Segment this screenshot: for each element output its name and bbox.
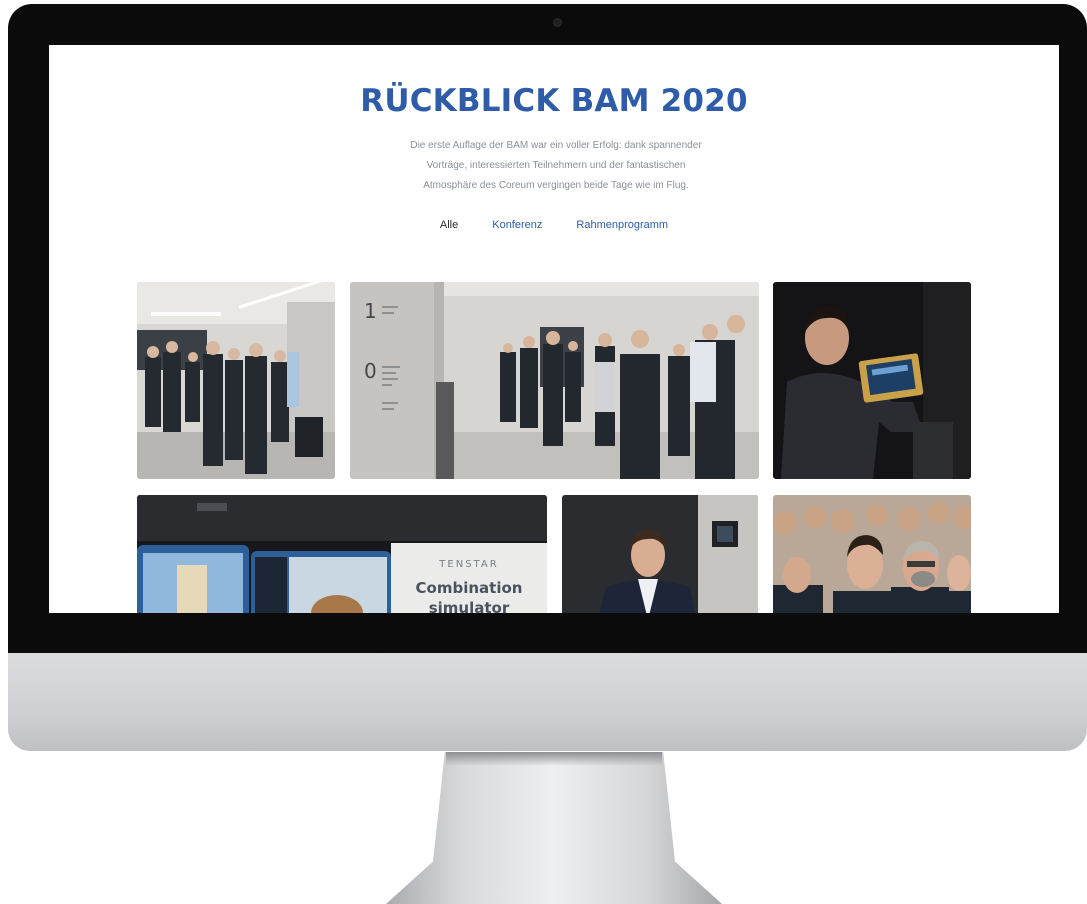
intro-line: Atmosphäre des Coreum vergingen beide Ta… [423, 180, 689, 191]
camera-dot [553, 18, 562, 27]
page-title: RÜCKBLICK BAM 2020 [360, 83, 748, 119]
gallery-photo-lobby-networking[interactable]: 1 0 [350, 282, 759, 479]
monitor-screen: RÜCKBLICK BAM 2020 Die erste Auflage der… [49, 45, 1059, 613]
banner-line: Combination [416, 579, 523, 597]
intro-line: Die erste Auflage der BAM war ein voller… [410, 140, 702, 151]
filter-konferenz[interactable]: Konferenz [492, 219, 542, 231]
banner-brand: TENSTAR [438, 559, 498, 570]
gallery-photo-simulator-booth[interactable]: TENSTAR Combination simulator [137, 495, 547, 613]
signage-digit: 0 [364, 359, 377, 383]
gallery-filter-bar: Alle Konferenz Rahmenprogramm [49, 219, 1059, 231]
monitor-stand [386, 752, 722, 904]
intro-text: Die erste Auflage der BAM war ein voller… [351, 136, 761, 196]
gallery-photo-audience[interactable] [773, 495, 971, 613]
stand-shadow [446, 752, 662, 766]
signage-digit: 1 [364, 299, 377, 323]
banner-line: simulator [429, 599, 510, 613]
filter-rahmenprogramm[interactable]: Rahmenprogramm [576, 219, 668, 231]
gallery-photo-speaker-portrait[interactable] [562, 495, 758, 613]
monitor-chin [8, 653, 1087, 751]
intro-line: Vorträge, interessierten Teilnehmern und… [426, 160, 686, 171]
gallery-photo-tablet-demo[interactable] [773, 282, 971, 479]
gallery-photo-foyer-crowd[interactable] [137, 282, 335, 479]
filter-all[interactable]: Alle [440, 219, 458, 231]
